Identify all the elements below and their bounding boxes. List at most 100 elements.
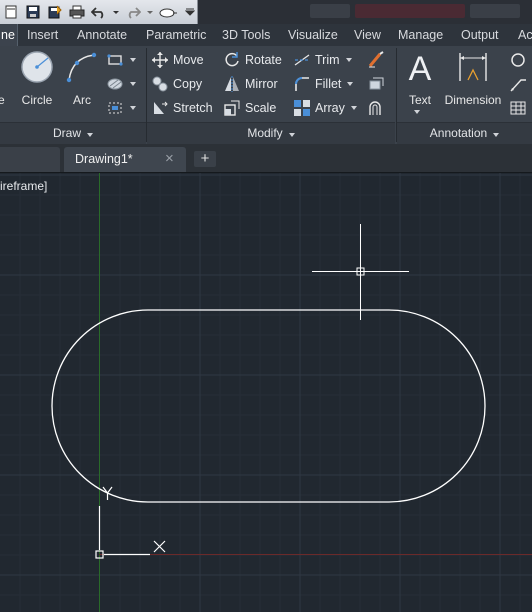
text-icon: A — [409, 50, 432, 84]
rotate-tool[interactable]: Rotate — [223, 50, 282, 70]
ribbon: e Circle Arc Draw Move Rotate Trim Copy … — [0, 46, 532, 144]
rotate-icon — [223, 51, 241, 69]
circle-button[interactable]: Circle — [16, 50, 58, 110]
draw-panel-title[interactable]: Draw — [0, 122, 146, 144]
explode-tool[interactable] — [367, 74, 389, 94]
customize-dropdown-icon[interactable] — [184, 3, 196, 21]
undo-icon[interactable] — [90, 3, 108, 21]
scale-tool[interactable]: Scale — [223, 98, 276, 118]
arc-button[interactable]: Arc — [62, 50, 102, 110]
array-dropdown-icon[interactable] — [350, 106, 357, 110]
rectangle-tool[interactable] — [106, 50, 136, 70]
trim-icon — [293, 51, 311, 69]
tab-insert[interactable]: Insert — [27, 24, 58, 46]
fillet-tool[interactable]: Fillet — [293, 74, 354, 94]
tab-annotate[interactable]: Annotate — [77, 24, 127, 46]
tab-output[interactable]: Output — [461, 24, 499, 46]
tab-view[interactable]: View — [354, 24, 381, 46]
annotation-panel-title[interactable]: Annotation — [397, 122, 532, 144]
scale-icon — [223, 99, 241, 117]
annotation-expand-icon[interactable] — [493, 133, 500, 137]
line-button[interactable]: e — [0, 50, 12, 110]
plot-icon[interactable] — [68, 3, 86, 21]
dimension-icon — [459, 53, 487, 81]
svg-text:A: A — [409, 50, 432, 84]
move-label: Move — [173, 53, 204, 67]
save-as-icon[interactable] — [46, 3, 64, 21]
move-icon — [151, 51, 169, 69]
mirror-icon — [223, 75, 241, 93]
workspace-icon[interactable] — [158, 3, 180, 21]
title-bar-blur — [355, 4, 465, 18]
rotate-label: Rotate — [245, 53, 282, 67]
array-tool[interactable]: Array — [293, 98, 357, 118]
drawing-tab[interactable]: Drawing1* × — [64, 147, 186, 172]
new-tab-button[interactable]: + — [194, 151, 216, 167]
close-tab-icon[interactable]: × — [165, 147, 174, 171]
table-tool[interactable] — [509, 98, 531, 118]
tab-manage[interactable]: Manage — [398, 24, 443, 46]
quick-access-toolbar — [0, 0, 532, 24]
tab-addins[interactable]: Ac — [518, 24, 532, 46]
tab-parametric[interactable]: Parametric — [146, 24, 206, 46]
region-tool[interactable] — [106, 98, 136, 118]
text-dropdown-icon[interactable] — [414, 110, 420, 114]
hatch-tool[interactable] — [106, 74, 136, 94]
arc-icon — [66, 52, 97, 83]
copy-tool[interactable]: Copy — [151, 74, 202, 94]
explode-icon — [367, 75, 385, 93]
hatch-icon — [106, 75, 124, 93]
plus-icon: + — [200, 150, 210, 167]
ribbon-tab-bar: ne Insert Annotate Parametric 3D Tools V… — [0, 24, 532, 47]
fillet-icon — [293, 75, 311, 93]
tab-visualize[interactable]: Visualize — [288, 24, 338, 46]
stretch-label: Stretch — [173, 101, 213, 115]
hatch-dropdown-icon[interactable] — [130, 82, 136, 86]
undo-dropdown-icon[interactable] — [112, 3, 120, 21]
redo-icon[interactable] — [124, 3, 142, 21]
annotation-panel-title-text: Annotation — [429, 126, 488, 140]
trim-dropdown-icon[interactable] — [345, 58, 352, 62]
array-label: Array — [315, 101, 345, 115]
annotation-panel: A Text Dimension Annotation — [397, 46, 532, 144]
drawing-canvas[interactable]: ireframe] Y X — [0, 173, 532, 612]
fillet-label: Fillet — [315, 77, 342, 91]
line-label: e — [0, 93, 5, 107]
mirror-label: Mirror — [245, 77, 278, 91]
modify-expand-icon[interactable] — [288, 133, 295, 137]
visual-style-label: ireframe] — [0, 179, 48, 193]
new-icon[interactable] — [2, 3, 20, 21]
region-icon — [106, 99, 124, 117]
document-tab-bar: Drawing1* × + — [0, 144, 532, 173]
multileader-tool[interactable] — [509, 74, 531, 94]
start-tab[interactable] — [0, 147, 60, 172]
redo-dropdown-icon[interactable] — [146, 3, 154, 21]
title-bar-blur — [310, 4, 350, 18]
tab-home[interactable]: ne — [0, 24, 18, 46]
trim-tool[interactable]: Trim — [293, 50, 352, 70]
fillet-dropdown-icon[interactable] — [347, 82, 354, 86]
modify-panel-title[interactable]: Modify — [147, 122, 395, 144]
copy-icon — [151, 75, 169, 93]
move-tool[interactable]: Move — [151, 50, 204, 70]
quick-access-strip — [0, 0, 198, 24]
drawing-tab-label: Drawing1* — [75, 152, 133, 166]
erase-tool[interactable] — [367, 50, 389, 70]
dimension-button[interactable]: Dimension — [441, 50, 505, 130]
visual-style-control[interactable]: ireframe] — [0, 179, 47, 193]
offset-tool[interactable] — [367, 98, 389, 118]
mirror-tool[interactable]: Mirror — [223, 74, 278, 94]
rectangle-dropdown-icon[interactable] — [130, 58, 136, 62]
stretch-icon — [151, 99, 169, 117]
erase-icon — [367, 51, 385, 69]
canvas-grid — [0, 173, 532, 612]
leader-tool[interactable] — [509, 50, 531, 70]
tab-3d-tools[interactable]: 3D Tools — [222, 24, 270, 46]
multileader-icon — [509, 75, 527, 93]
text-button[interactable]: A Text — [403, 50, 437, 130]
draw-expand-icon[interactable] — [87, 133, 93, 137]
region-dropdown-icon[interactable] — [130, 106, 136, 110]
crosshair-cursor — [312, 224, 409, 320]
save-icon[interactable] — [24, 3, 42, 21]
stretch-tool[interactable]: Stretch — [151, 98, 213, 118]
